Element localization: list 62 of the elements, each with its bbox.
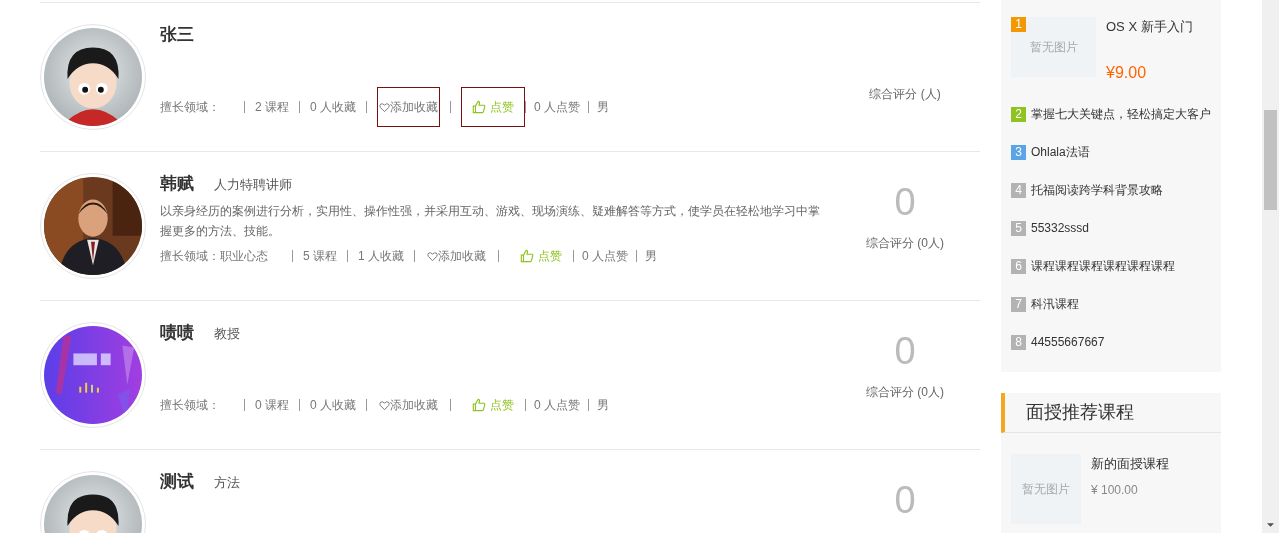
like-count: 0 人点赞 (534, 397, 581, 414)
teacher-title: 人力特聘讲师 (214, 176, 292, 194)
score-label: 综合评分 (0人) (866, 235, 944, 252)
scroll-down-icon[interactable] (1267, 523, 1274, 527)
score-value: 0 (894, 478, 916, 522)
thumbs-up-icon (472, 398, 487, 412)
course-title[interactable]: 新的面授课程 (1091, 454, 1169, 474)
rank-badge: 5 (1011, 220, 1026, 236)
score-value: 0 (894, 180, 916, 224)
course-price: ¥9.00 (1106, 63, 1148, 83)
rank-badge: 4 (1011, 182, 1026, 198)
thumbs-up-icon (520, 249, 535, 263)
heart-icon (379, 399, 391, 411)
rank-badge: 8 (1011, 334, 1026, 350)
teacher-title: 教授 (214, 325, 240, 343)
add-favorite-button[interactable]: 添加收藏 (377, 385, 441, 425)
panel-title: 面授推荐课程 (1026, 401, 1134, 424)
course-title[interactable]: OS X 新手入门 (1106, 17, 1193, 37)
rank-badge: 2 (1011, 106, 1026, 122)
gender: 男 (597, 99, 610, 116)
gender: 男 (597, 397, 610, 414)
score-value: 0 (894, 329, 916, 373)
gender: 男 (645, 248, 658, 265)
course-count: 2 课程 (255, 99, 289, 116)
favorite-count: 1 人收藏 (358, 248, 405, 265)
add-favorite-button[interactable]: 添加收藏 (377, 87, 441, 127)
course-title[interactable]: 55332sssd (1031, 219, 1090, 237)
course-count: 5 课程 (303, 248, 337, 265)
like-count: 0 人点赞 (582, 248, 629, 265)
course-title[interactable]: 44555667667 (1031, 333, 1105, 351)
teacher-name[interactable]: 张三 (160, 22, 194, 48)
favorite-count: 0 人收藏 (310, 397, 357, 414)
scrollbar[interactable] (1262, 0, 1279, 533)
course-title[interactable]: Ohlala法语 (1031, 143, 1090, 161)
heart-icon (379, 101, 391, 113)
thumbs-up-icon (472, 100, 487, 114)
course-title[interactable]: 托福阅读跨学科背景攻略 (1031, 181, 1163, 199)
score-label: 综合评分 (人) (869, 86, 941, 103)
teacher-name[interactable]: 测试 (160, 469, 194, 495)
teacher-title: 方法 (214, 474, 240, 492)
course-price: ¥ 100.00 (1091, 482, 1139, 499)
no-image-label: 暂无图片 (1029, 39, 1078, 56)
domain-label: 擅长领域： (160, 397, 220, 414)
rank-badge: 1 (1011, 17, 1026, 32)
heart-icon (427, 250, 439, 262)
domain-value: 职业心态 (220, 248, 268, 265)
domain-label: 擅长领域： (160, 248, 220, 265)
teacher-name[interactable]: 韩赋 (160, 171, 194, 197)
like-count: 0 人点赞 (534, 99, 581, 116)
course-count: 0 课程 (255, 397, 289, 414)
favorite-count: 0 人收藏 (310, 99, 357, 116)
course-title[interactable]: 掌握七大关键点，轻松搞定大客户 (1031, 105, 1211, 123)
teacher-name[interactable]: 啧啧 (160, 320, 194, 346)
course-title[interactable]: 课程课程课程课程课程课程 (1031, 257, 1175, 275)
domain-label: 擅长领域： (160, 99, 220, 116)
course-title[interactable]: 科汛课程 (1031, 295, 1079, 313)
rank-badge: 7 (1011, 296, 1026, 312)
no-image-label: 暂无图片 (1022, 481, 1070, 498)
rank-badge: 3 (1011, 144, 1026, 160)
score-label: 综合评分 (0人) (866, 384, 944, 401)
rank-badge: 6 (1011, 258, 1026, 274)
scrollbar-thumb[interactable] (1264, 110, 1277, 210)
